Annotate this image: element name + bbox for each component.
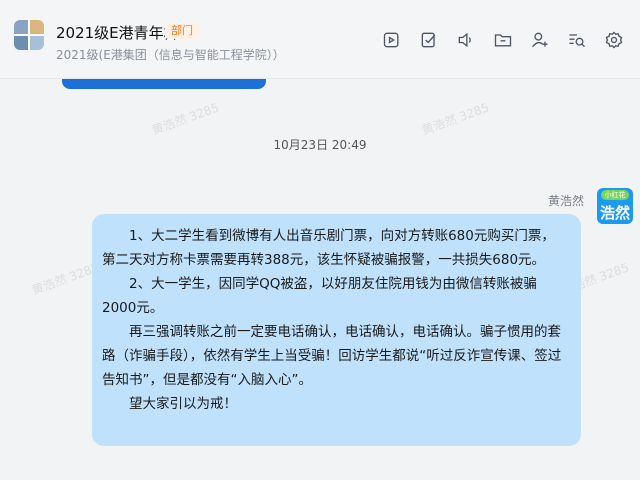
add-member-button[interactable] [521, 26, 558, 54]
search-history-button[interactable] [558, 26, 595, 54]
message-paragraph: 再三强调转账之前一定要电话确认，电话确认，电话确认。骗子惯用的套路（诈骗手段），… [102, 324, 562, 388]
voice-button[interactable] [447, 26, 484, 54]
video-call-button[interactable] [373, 26, 410, 54]
watermark: 黄浩然 3285 [419, 100, 491, 138]
group-subtitle: 2021级(E港集团（信息与智能工程学院）） [56, 48, 285, 62]
message-bubble[interactable]: 1、大二学生看到微博有人出音乐剧门票，向对方转账680元购买门票，第二天对方称卡… [92, 214, 581, 446]
chat-scroll-area [0, 462, 640, 480]
voice-icon [458, 32, 471, 48]
watermark: 黄浩然 3285 [29, 260, 101, 298]
settings-button[interactable] [595, 26, 632, 54]
watermark: 黄浩然 3285 [149, 100, 221, 138]
sender-name: 黄浩然 [547, 194, 584, 208]
check-task-icon [421, 32, 435, 48]
department-badge: 部门 [165, 23, 199, 39]
video-call-icon [383, 32, 398, 48]
add-member-icon [531, 32, 547, 48]
files-button[interactable] [484, 26, 521, 54]
avatar-text: 浩然 [599, 204, 630, 222]
header-toolbar [373, 26, 632, 54]
chat-header: 2021级E港青年群 部门 2021级(E港集团（信息与智能工程学院）） [0, 0, 640, 79]
sender-avatar[interactable]: 小红花 浩然 [597, 188, 633, 224]
group-avatar[interactable] [14, 20, 44, 50]
task-button[interactable] [410, 26, 447, 54]
message-paragraph: 望大家引以为戒！ [129, 396, 237, 412]
message-timestamp: 10月23日 20:49 [273, 138, 367, 152]
message-paragraph: 2、大一学生，因同学QQ被盗，以好朋友住院用钱为由微信转账被骗2000元。 [102, 276, 537, 316]
search-history-icon [569, 34, 585, 48]
settings-icon [605, 31, 622, 49]
avatar-tag: 小红花 [601, 190, 629, 200]
group-title[interactable]: 2021级E港青年群 [56, 22, 179, 43]
message-paragraph: 1、大二学生看到微博有人出音乐剧门票，向对方转账680元购买门票，第二天对方称卡… [102, 228, 555, 268]
folder-icon [494, 34, 511, 47]
previous-message-card[interactable] [62, 79, 266, 89]
